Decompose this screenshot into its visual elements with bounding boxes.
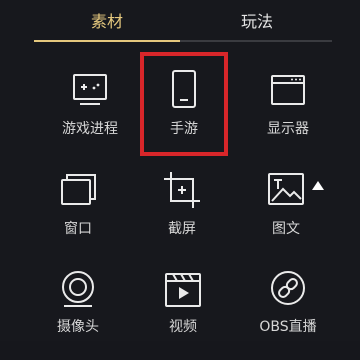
image-text-icon xyxy=(268,173,304,205)
item-window[interactable]: 窗口 xyxy=(28,170,128,260)
item-label: 窗口 xyxy=(64,221,92,237)
camera-icon xyxy=(62,271,94,307)
monitor-window-icon xyxy=(271,75,305,105)
item-label: 图文 xyxy=(272,221,300,237)
link-icon xyxy=(271,271,305,305)
tab-active-indicator xyxy=(34,40,180,42)
item-video[interactable]: 视频 xyxy=(133,270,233,360)
item-obs-live[interactable]: OBS直播 xyxy=(238,270,338,360)
video-icon xyxy=(165,273,201,307)
window-icon xyxy=(61,174,96,205)
item-screenshot[interactable]: 截屏 xyxy=(132,170,232,260)
tab-bar: 素材 玩法 xyxy=(0,0,360,44)
item-game-process[interactable]: 游戏进程 xyxy=(40,70,140,160)
tab-gameplay[interactable]: 玩法 xyxy=(212,11,302,33)
triangle-up-icon[interactable] xyxy=(312,181,324,190)
game-icon xyxy=(73,74,107,105)
item-label: 摄像头 xyxy=(57,319,99,335)
screenshot-icon xyxy=(164,172,200,208)
item-camera[interactable]: 摄像头 xyxy=(28,270,128,360)
item-label: 视频 xyxy=(169,319,197,335)
tab-materials[interactable]: 素材 xyxy=(62,11,152,33)
item-display[interactable]: 显示器 xyxy=(238,70,338,160)
item-label: 显示器 xyxy=(267,121,309,137)
item-label: 截屏 xyxy=(168,221,196,237)
source-panel: 素材 玩法 游戏进程 手游 显示器 窗口 截屏 图文 摄像头 视频 OBS直播 xyxy=(0,0,360,341)
item-label: 游戏进程 xyxy=(62,121,118,137)
highlight-box xyxy=(140,52,228,156)
item-label: OBS直播 xyxy=(259,319,317,335)
